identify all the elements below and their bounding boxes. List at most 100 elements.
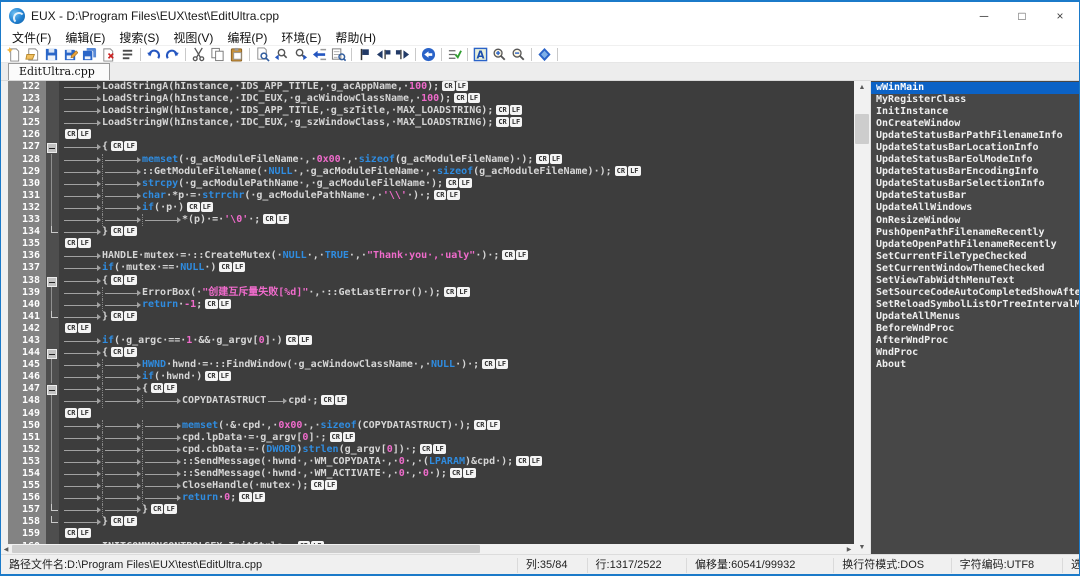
code-line[interactable]: 123LoadStringA(hInstance,·IDC_EUX,·g_acW…: [1, 93, 854, 105]
code-line[interactable]: 148COPYDATASTRUCTcpd·;CRLF: [1, 395, 854, 407]
line-number[interactable]: 136: [1, 250, 46, 262]
paste-button[interactable]: [227, 46, 246, 62]
vertical-scrollbar-thumb[interactable]: [855, 114, 869, 144]
code-line[interactable]: 122LoadStringA(hInstance,·IDS_APP_TITLE,…: [1, 81, 854, 93]
menu-file[interactable]: 文件(F): [5, 28, 58, 47]
line-number[interactable]: 141: [1, 311, 46, 323]
fold-marker[interactable]: [46, 141, 59, 153]
scroll-left-arrow-icon[interactable]: ◀: [1, 544, 11, 554]
menu-view[interactable]: 视图(V): [166, 28, 220, 47]
line-number[interactable]: 139: [1, 287, 46, 299]
fold-marker[interactable]: [46, 275, 59, 287]
code-line[interactable]: 141}CRLF: [1, 311, 854, 323]
zoom-in-button[interactable]: [490, 46, 509, 62]
code-line[interactable]: 140return·-1;CRLF: [1, 299, 854, 311]
line-number[interactable]: 135: [1, 238, 46, 250]
bookmark-next-button[interactable]: [393, 46, 412, 62]
line-number[interactable]: 122: [1, 81, 46, 93]
code-line[interactable]: 146if(·hwnd·)CRLF: [1, 371, 854, 383]
save-all-button[interactable]: [80, 46, 99, 62]
line-number[interactable]: 157: [1, 504, 46, 516]
code-line[interactable]: 143if(·g_argc·==·1·&&·g_argv[0]·)CRLF: [1, 335, 854, 347]
fold-marker[interactable]: [46, 347, 59, 359]
code-line[interactable]: 142CRLF: [1, 323, 854, 335]
line-number[interactable]: 134: [1, 226, 46, 238]
line-number[interactable]: 149: [1, 408, 46, 420]
line-number[interactable]: 154: [1, 468, 46, 480]
code-line[interactable]: 157}CRLF: [1, 504, 854, 516]
about-button[interactable]: [535, 46, 554, 62]
code-line[interactable]: 126CRLF: [1, 129, 854, 141]
code-line[interactable]: 138{CRLF: [1, 275, 854, 287]
copy-button[interactable]: [208, 46, 227, 62]
zoom-out-button[interactable]: [509, 46, 528, 62]
line-number[interactable]: 125: [1, 117, 46, 129]
code-line[interactable]: 130strcpy(·g_acModulePathName·,·g_acModu…: [1, 178, 854, 190]
symbol-item[interactable]: UpdateStatusBarEolModeInfo: [871, 154, 1079, 166]
code-line[interactable]: 156return·0;CRLF: [1, 492, 854, 504]
line-number[interactable]: 155: [1, 480, 46, 492]
symbol-item[interactable]: SetCurrentWindowThemeChecked: [871, 263, 1079, 275]
symbol-item[interactable]: UpdateOpenPathFilenameRecently: [871, 239, 1079, 251]
todo-list-button[interactable]: [445, 46, 464, 62]
line-number[interactable]: 156: [1, 492, 46, 504]
line-number[interactable]: 128: [1, 154, 46, 166]
code-line[interactable]: 131char·*p·=·strrchr(·g_acModulePathName…: [1, 190, 854, 202]
close-button[interactable]: ×: [1041, 2, 1079, 29]
symbol-item[interactable]: UpdateAllWindows: [871, 202, 1079, 214]
horizontal-scrollbar-thumb[interactable]: [12, 545, 480, 553]
line-number[interactable]: 150: [1, 420, 46, 432]
line-number[interactable]: 127: [1, 141, 46, 153]
symbol-item[interactable]: UpdateStatusBarLocationInfo: [871, 142, 1079, 154]
code-line[interactable]: 152cpd.cbData·=·(DWORD)strlen(g_argv[0])…: [1, 444, 854, 456]
tab-editultra-cpp[interactable]: EditUltra.cpp: [8, 63, 110, 80]
fold-marker[interactable]: [46, 383, 59, 395]
code-line[interactable]: 134}CRLF: [1, 226, 854, 238]
symbol-item[interactable]: InitInstance: [871, 106, 1079, 118]
line-number[interactable]: 148: [1, 395, 46, 407]
line-view-button[interactable]: [118, 46, 137, 62]
minimize-button[interactable]: ─: [965, 2, 1003, 29]
code-line[interactable]: 159CRLF: [1, 528, 854, 540]
line-number[interactable]: 131: [1, 190, 46, 202]
line-number[interactable]: 151: [1, 432, 46, 444]
line-number[interactable]: 138: [1, 275, 46, 287]
navigate-back-button[interactable]: [419, 46, 438, 62]
new-file-button[interactable]: [4, 46, 23, 62]
line-number[interactable]: 124: [1, 105, 46, 117]
code-line[interactable]: 154::SendMessage(·hwnd·,·WM_ACTIVATE·,·0…: [1, 468, 854, 480]
line-number[interactable]: 123: [1, 93, 46, 105]
line-number[interactable]: 146: [1, 371, 46, 383]
line-number[interactable]: 143: [1, 335, 46, 347]
menu-environment[interactable]: 环境(E): [274, 28, 328, 47]
code-line[interactable]: 129::GetModuleFileName(·NULL·,·g_acModul…: [1, 166, 854, 178]
save-button[interactable]: [42, 46, 61, 62]
code-line[interactable]: 124LoadStringW(hInstance,·IDS_APP_TITLE,…: [1, 105, 854, 117]
line-number[interactable]: 137: [1, 262, 46, 274]
code-line[interactable]: 158}CRLF: [1, 516, 854, 528]
menu-edit[interactable]: 编辑(E): [58, 28, 112, 47]
open-file-button[interactable]: [23, 46, 42, 62]
line-number[interactable]: 145: [1, 359, 46, 371]
code-line[interactable]: 127{CRLF: [1, 141, 854, 153]
symbol-item[interactable]: SetSourceCodeAutoCompletedShowAfter: [871, 287, 1079, 299]
code-line[interactable]: 153::SendMessage(·hwnd·,·WM_COPYDATA·,·0…: [1, 456, 854, 468]
replace-button[interactable]: [310, 46, 329, 62]
find-prev-button[interactable]: [272, 46, 291, 62]
line-number[interactable]: 132: [1, 202, 46, 214]
symbol-item[interactable]: UpdateStatusBarSelectionInfo: [871, 178, 1079, 190]
line-number[interactable]: 147: [1, 383, 46, 395]
horizontal-scrollbar[interactable]: ◀ ▶: [1, 544, 854, 554]
find-next-button[interactable]: [291, 46, 310, 62]
redo-button[interactable]: [163, 46, 182, 62]
symbol-item[interactable]: UpdateAllMenus: [871, 311, 1079, 323]
undo-button[interactable]: [144, 46, 163, 62]
symbol-item[interactable]: OnCreateWindow: [871, 118, 1079, 130]
scroll-right-arrow-icon[interactable]: ▶: [844, 544, 854, 554]
code-line[interactable]: 125LoadStringW(hInstance,·IDC_EUX,·g_szW…: [1, 117, 854, 129]
code-line[interactable]: 144{CRLF: [1, 347, 854, 359]
line-number[interactable]: 153: [1, 456, 46, 468]
maximize-button[interactable]: □: [1003, 2, 1041, 29]
cut-button[interactable]: [189, 46, 208, 62]
syntax-color-button[interactable]: [471, 46, 490, 62]
